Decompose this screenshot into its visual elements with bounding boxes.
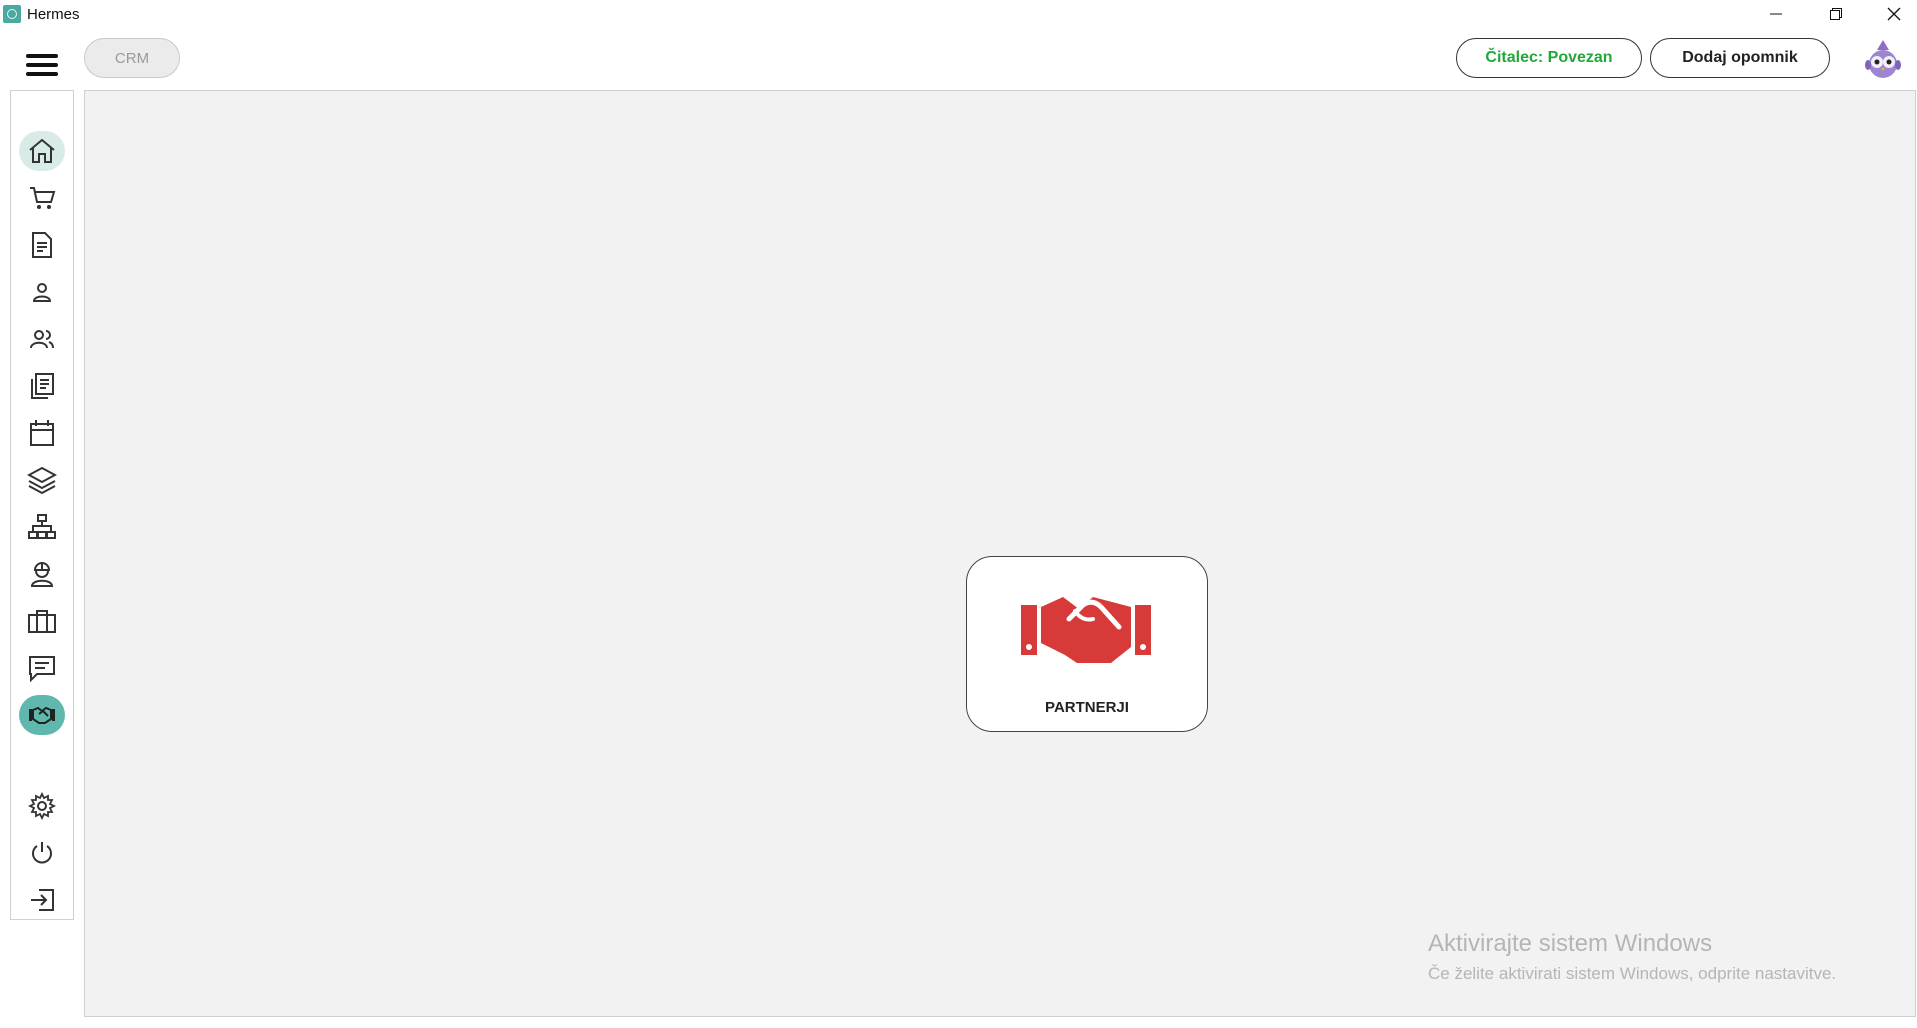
sidebar-item-workers[interactable] bbox=[19, 554, 65, 594]
sidebar-item-calendar[interactable] bbox=[19, 413, 65, 453]
message-icon bbox=[29, 656, 55, 682]
person-icon bbox=[32, 283, 52, 302]
document-icon bbox=[32, 232, 52, 258]
documents-icon bbox=[31, 373, 54, 399]
power-icon bbox=[32, 842, 52, 864]
window-title: Hermes bbox=[27, 6, 80, 23]
sidebar-item-jobs[interactable] bbox=[19, 601, 65, 641]
reader-status-button[interactable]: Čitalec: Povezan bbox=[1456, 38, 1642, 78]
cart-icon bbox=[30, 187, 56, 209]
handshake-icon bbox=[1021, 597, 1151, 663]
add-reminder-button[interactable]: Dodaj opomnik bbox=[1650, 38, 1830, 78]
sidebar bbox=[10, 90, 74, 920]
main-panel: PARTNERJI bbox=[84, 90, 1916, 1017]
close-button[interactable] bbox=[1866, 0, 1917, 28]
sidebar-item-partners[interactable] bbox=[19, 695, 65, 735]
people-icon bbox=[30, 330, 54, 349]
sidebar-item-users[interactable] bbox=[19, 319, 65, 359]
calendar-icon bbox=[30, 420, 54, 446]
sidebar-item-contact[interactable] bbox=[19, 272, 65, 312]
sidebar-item-records[interactable] bbox=[19, 366, 65, 406]
partners-tile-label: PARTNERJI bbox=[1045, 699, 1129, 716]
handshake-icon bbox=[29, 706, 55, 724]
owl-avatar-icon bbox=[1865, 40, 1901, 78]
app-icon bbox=[3, 5, 21, 23]
sidebar-item-cart[interactable] bbox=[19, 178, 65, 218]
settings-icon bbox=[28, 792, 56, 820]
sidebar-item-layers[interactable] bbox=[19, 460, 65, 500]
user-avatar[interactable] bbox=[1865, 38, 1901, 80]
briefcase-icon bbox=[28, 610, 56, 633]
sidebar-item-structure[interactable] bbox=[19, 507, 65, 547]
home-icon bbox=[29, 138, 55, 163]
title-bar: Hermes bbox=[0, 0, 1917, 28]
sidebar-item-home[interactable] bbox=[19, 131, 65, 171]
restore-button[interactable] bbox=[1808, 0, 1864, 28]
layers-icon bbox=[27, 466, 57, 494]
sidebar-item-settings[interactable] bbox=[19, 786, 65, 826]
logout-icon bbox=[31, 889, 54, 911]
menu-button[interactable] bbox=[26, 54, 58, 76]
sidebar-item-documents[interactable] bbox=[19, 225, 65, 265]
watermark-title: Aktivirajte sistem Windows bbox=[1428, 930, 1713, 957]
minimize-button[interactable] bbox=[1748, 0, 1804, 28]
partners-tile[interactable]: PARTNERJI bbox=[966, 556, 1208, 732]
minimize-icon bbox=[1770, 13, 1782, 15]
module-selector[interactable]: CRM bbox=[84, 38, 180, 78]
sidebar-item-messages[interactable] bbox=[19, 648, 65, 688]
sidebar-item-power[interactable] bbox=[19, 833, 65, 873]
watermark-subtitle: Če želite aktivirati sistem Windows, odp… bbox=[1428, 964, 1837, 983]
sidebar-item-logout[interactable] bbox=[19, 880, 65, 920]
hierarchy-icon bbox=[28, 514, 56, 539]
activation-watermark: Aktivirajte sistem Windows Če želite akt… bbox=[1428, 930, 1836, 984]
close-icon bbox=[1887, 7, 1901, 21]
worker-icon bbox=[30, 562, 54, 587]
restore-icon bbox=[1830, 8, 1842, 20]
